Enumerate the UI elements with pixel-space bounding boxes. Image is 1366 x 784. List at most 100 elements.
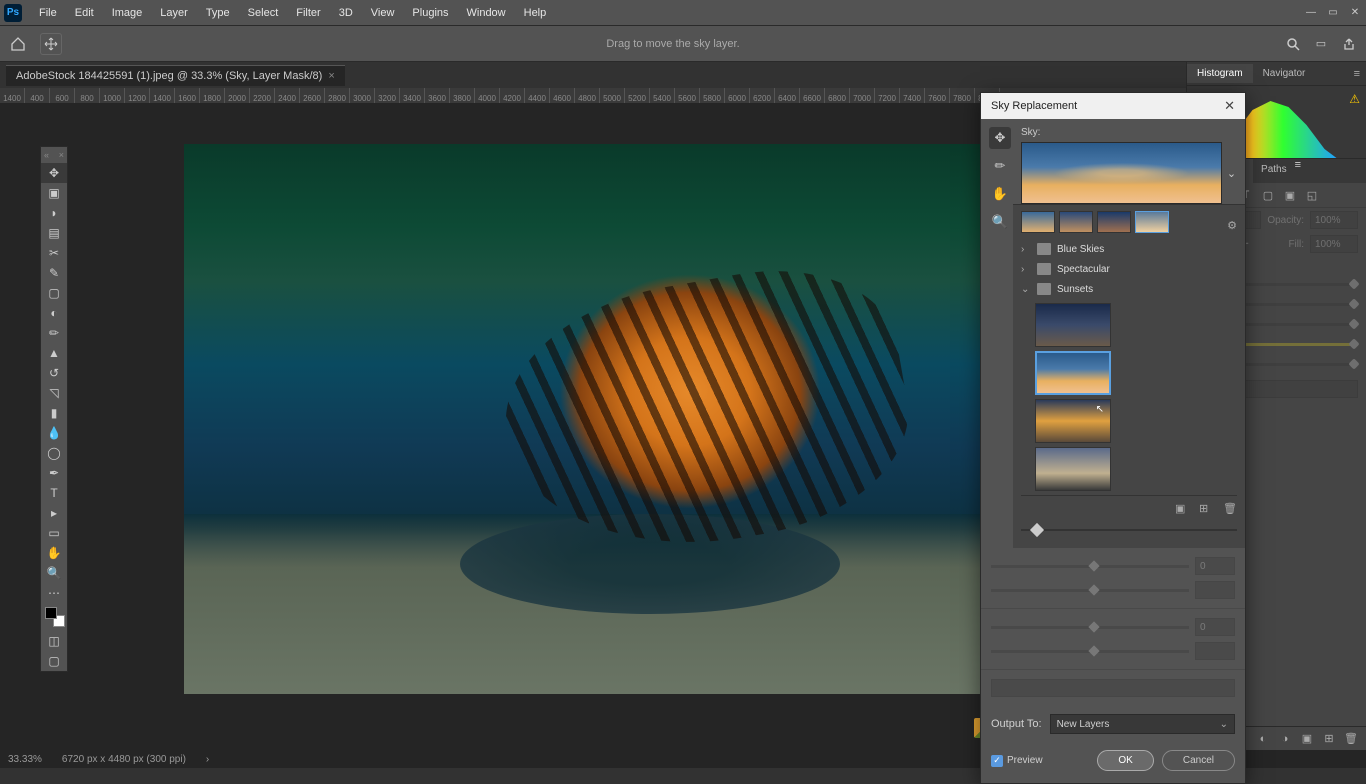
sunset-preset-thumb[interactable] (1035, 399, 1111, 443)
hand-tool-icon[interactable]: ✋ (41, 543, 67, 563)
canvas[interactable] (184, 144, 1104, 694)
delete-layer-icon[interactable]: 🗑 (1344, 732, 1358, 746)
sky-recent-thumb[interactable] (1059, 211, 1093, 233)
filter-smart-icon[interactable]: ▣ (1283, 188, 1297, 202)
color-swatches[interactable] (41, 603, 67, 631)
object-select-tool-icon[interactable]: ▤ (41, 223, 67, 243)
sky-category-sunsets[interactable]: ⌄ Sunsets (1021, 279, 1237, 299)
document-tab[interactable]: AdobeStock 184425591 (1).jpeg @ 33.3% (S… (6, 65, 345, 86)
new-group-icon[interactable]: ▣ (1300, 732, 1314, 746)
sunset-preset-thumb[interactable] (1035, 447, 1111, 491)
preview-checkbox[interactable]: ✓ Preview (991, 755, 1043, 767)
sky-move-tool-icon[interactable]: ✥ (989, 127, 1011, 149)
spot-heal-tool-icon[interactable]: ◐ (41, 303, 67, 323)
sky-brush-tool-icon[interactable]: ✏ (989, 155, 1011, 177)
workspace-icon[interactable]: ▭ (1312, 35, 1330, 53)
menu-file[interactable]: File (30, 3, 66, 23)
window-close-icon[interactable]: ✕ (1348, 6, 1362, 20)
frame-tool-icon[interactable]: ▢ (41, 283, 67, 303)
clone-stamp-tool-icon[interactable]: ▲ (41, 343, 67, 363)
quick-mask-icon[interactable]: ◫ (41, 631, 67, 651)
fill-field[interactable]: 100% (1310, 235, 1358, 253)
menu-layer[interactable]: Layer (151, 3, 197, 23)
menu-edit[interactable]: Edit (66, 3, 103, 23)
shift-edge-field[interactable]: 0 (1195, 557, 1235, 575)
tab-paths[interactable]: Paths (1253, 159, 1295, 183)
sunset-preset-thumb[interactable] (1035, 303, 1111, 347)
blur-tool-icon[interactable]: 💧 (41, 423, 67, 443)
new-adjustment-icon[interactable]: ◑ (1278, 732, 1292, 746)
sky-recent-thumb[interactable] (1097, 211, 1131, 233)
menu-3d[interactable]: 3D (330, 3, 362, 23)
shape-tool-icon[interactable]: ▭ (41, 523, 67, 543)
status-chevron-icon[interactable]: › (206, 754, 209, 765)
delete-sky-icon[interactable]: 🗑 (1223, 502, 1237, 516)
move-tool-icon[interactable]: ✥ (41, 163, 67, 183)
import-sky-icon[interactable]: ▣ (1175, 502, 1189, 516)
menu-filter[interactable]: Filter (287, 3, 329, 23)
dodge-tool-icon[interactable]: ◯ (41, 443, 67, 463)
sky-preview-thumbnail[interactable] (1021, 142, 1222, 204)
menu-plugins[interactable]: Plugins (403, 3, 457, 23)
panel-menu-icon[interactable]: ≡ (1348, 68, 1366, 80)
menu-type[interactable]: Type (197, 3, 239, 23)
share-icon[interactable] (1340, 35, 1358, 53)
menu-view[interactable]: View (362, 3, 404, 23)
foreground-color-swatch[interactable] (45, 607, 57, 619)
output-to-dropdown[interactable]: New Layers ⌄ (1050, 714, 1235, 734)
sky-recent-thumb[interactable] (1135, 211, 1169, 233)
marquee-tool-icon[interactable]: ▣ (41, 183, 67, 203)
screen-mode-icon[interactable]: ▢ (41, 651, 67, 671)
dialog-titlebar[interactable]: Sky Replacement ✕ (981, 93, 1245, 119)
window-maximize-icon[interactable]: ▭ (1326, 6, 1340, 20)
pen-tool-icon[interactable]: ✒ (41, 463, 67, 483)
move-tool-options-icon[interactable] (40, 33, 62, 55)
sky-category-spectacular[interactable]: › Spectacular (1021, 259, 1237, 279)
brush-tool-icon[interactable]: ✏ (41, 323, 67, 343)
menu-help[interactable]: Help (515, 3, 556, 23)
new-sky-icon[interactable]: ⊞ (1199, 502, 1213, 516)
eraser-tool-icon[interactable]: ◹ (41, 383, 67, 403)
path-select-tool-icon[interactable]: ▸ (41, 503, 67, 523)
thumbnail-size-slider[interactable] (1021, 522, 1237, 538)
window-minimize-icon[interactable]: — (1304, 6, 1318, 20)
zoom-tool-icon[interactable]: 🔍 (41, 563, 67, 583)
edit-toolbar-icon[interactable]: ⋯ (41, 583, 67, 603)
brightness-field[interactable]: 0 (1195, 618, 1235, 636)
type-tool-icon[interactable]: T (41, 483, 67, 503)
filter-shape-icon[interactable]: ▢ (1261, 188, 1275, 202)
document-tab-close-icon[interactable]: × (328, 70, 334, 82)
tab-navigator[interactable]: Navigator (1253, 64, 1316, 83)
sky-category-blue-skies[interactable]: › Blue Skies (1021, 239, 1237, 259)
lasso-tool-icon[interactable]: ◗ (41, 203, 67, 223)
menu-select[interactable]: Select (239, 3, 288, 23)
sky-picker-gear-icon[interactable]: ⚙ (1227, 219, 1237, 232)
search-icon[interactable] (1284, 35, 1302, 53)
tools-close-icon[interactable]: × (59, 150, 64, 160)
filter-artboard-icon[interactable]: ◱ (1305, 188, 1319, 202)
sky-zoom-tool-icon[interactable]: 🔍 (989, 211, 1011, 233)
dialog-close-icon[interactable]: ✕ (1224, 98, 1235, 114)
home-icon[interactable] (8, 34, 28, 54)
menu-image[interactable]: Image (103, 3, 152, 23)
new-layer-icon[interactable]: ⊞ (1322, 732, 1336, 746)
temperature-field[interactable] (1195, 642, 1235, 660)
crop-tool-icon[interactable]: ✂ (41, 243, 67, 263)
panel-menu-icon[interactable]: ≡ (1295, 159, 1301, 183)
sky-hand-tool-icon[interactable]: ✋ (989, 183, 1011, 205)
zoom-level[interactable]: 33.33% (8, 754, 42, 765)
eyedropper-tool-icon[interactable]: ✎ (41, 263, 67, 283)
tab-histogram[interactable]: Histogram (1187, 64, 1253, 83)
histogram-warning-icon[interactable]: ⚠ (1349, 92, 1360, 106)
gradient-tool-icon[interactable]: ▮ (41, 403, 67, 423)
sky-recent-thumb[interactable] (1021, 211, 1055, 233)
history-brush-tool-icon[interactable]: ↺ (41, 363, 67, 383)
opacity-field[interactable]: 100% (1310, 211, 1358, 229)
add-mask-icon[interactable]: ◐ (1256, 732, 1270, 746)
scale-field[interactable] (991, 679, 1235, 697)
menu-window[interactable]: Window (458, 3, 515, 23)
fade-edge-field[interactable] (1195, 581, 1235, 599)
sky-dropdown-chevron-icon[interactable]: ⌄ (1226, 142, 1237, 204)
sunset-preset-thumb-selected[interactable] (1035, 351, 1111, 395)
document-info[interactable]: 6720 px x 4480 px (300 ppi) (62, 754, 186, 765)
